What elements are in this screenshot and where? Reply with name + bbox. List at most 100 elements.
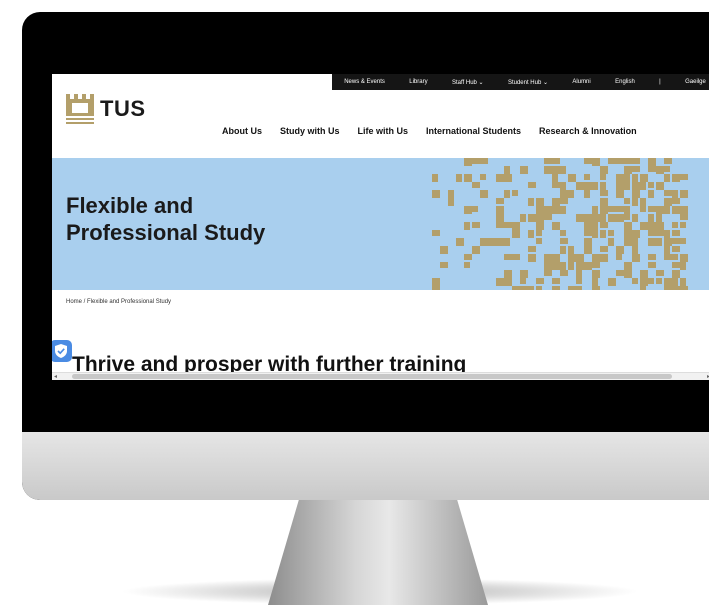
hero-pixel — [584, 182, 592, 190]
hero-pixel — [520, 270, 528, 278]
hero-pixel — [632, 230, 640, 238]
nav-research-innovation[interactable]: Research & Innovation — [539, 126, 637, 136]
hero-pixel — [512, 190, 518, 196]
hero-pixel — [656, 214, 662, 222]
hero-pixel — [584, 230, 592, 236]
hero-pixel — [576, 182, 584, 190]
hero-pixel — [544, 214, 552, 220]
hero-pixel — [528, 246, 536, 252]
hero-pixel — [512, 230, 520, 238]
shield-check-icon[interactable] — [52, 340, 72, 362]
hero-pixel — [632, 182, 640, 190]
hero-pixel — [552, 254, 560, 262]
nav-life-with-us[interactable]: Life with Us — [358, 126, 409, 136]
hero-pixel — [608, 206, 616, 212]
hero-pixel — [616, 174, 624, 182]
hero-pixel — [552, 182, 560, 188]
hero-pixel — [680, 238, 686, 244]
hero-pixel — [520, 286, 528, 290]
hero-pixel — [456, 174, 462, 182]
hero-pixel — [528, 182, 536, 188]
horizontal-scrollbar[interactable]: ◂ ▸ — [52, 372, 709, 380]
hero-pixel — [632, 198, 638, 206]
hero-pixel — [504, 238, 510, 246]
hero-pixel — [656, 270, 664, 276]
hero-pixel — [656, 166, 664, 174]
hero-pixel — [680, 262, 686, 270]
hero-pixel — [584, 158, 592, 164]
hero-pixel — [656, 230, 664, 236]
hero-pixel — [536, 198, 544, 206]
hero-pixel — [672, 222, 678, 228]
hero-pixel — [664, 246, 670, 254]
scroll-left-icon[interactable]: ◂ — [54, 373, 57, 380]
utility-link-alumni[interactable]: Alumni — [572, 79, 590, 85]
hero-pixel — [600, 254, 608, 262]
hero-pixel — [432, 286, 440, 290]
hero-pixel — [672, 206, 680, 214]
hero-pixel — [528, 214, 536, 222]
scrollbar-thumb[interactable] — [72, 374, 672, 379]
site-logo[interactable]: TUS — [66, 94, 146, 124]
hero-pixel — [592, 182, 598, 190]
language-english[interactable]: English — [615, 79, 635, 85]
hero-pixel — [616, 254, 622, 260]
hero-pixel — [536, 278, 544, 284]
hero-pixel — [672, 246, 680, 252]
hero-pixel — [544, 158, 552, 164]
hero-pixel — [624, 222, 632, 230]
hero-pixel — [504, 270, 512, 278]
hero-pixel — [568, 254, 576, 262]
hero-pixel — [544, 206, 552, 214]
hero-pixel — [544, 254, 552, 262]
hero-pixel — [632, 174, 638, 182]
hero-title: Flexible and Professional Study — [66, 192, 265, 246]
hero-pixel — [496, 238, 504, 246]
hero-pixel — [680, 254, 688, 262]
hero-pixel — [672, 262, 680, 268]
hero-pixel — [640, 286, 646, 290]
hero-pixel — [552, 286, 560, 290]
hero-pixel — [576, 278, 582, 284]
language-gaeilge[interactable]: Gaeilge — [685, 79, 706, 85]
hero-pixel — [504, 222, 512, 228]
hero-pixel — [448, 198, 454, 206]
hero-pixel — [680, 286, 688, 290]
hero-pixel — [560, 246, 566, 254]
hero-pixel — [608, 214, 616, 222]
utility-link-library[interactable]: Library — [409, 79, 427, 85]
hero-pixel — [432, 174, 438, 182]
hero-pixel — [656, 206, 664, 214]
hero-pixel — [672, 238, 680, 244]
hero-pixel — [608, 158, 616, 164]
hero-pixel — [592, 270, 600, 278]
hero-pixel — [648, 278, 654, 284]
hero-pixel — [600, 166, 608, 174]
hero-pixel — [576, 214, 584, 222]
utility-link-student-hub[interactable]: Student Hub ⌄ — [508, 79, 548, 86]
utility-bar: News & Events Library Staff Hub ⌄ Studen… — [332, 74, 709, 90]
nav-international-students[interactable]: International Students — [426, 126, 521, 136]
hero-pixel — [608, 230, 614, 236]
nav-about-us[interactable]: About Us — [222, 126, 262, 136]
hero-pixel — [664, 198, 672, 206]
utility-link-news[interactable]: News & Events — [344, 79, 385, 85]
hero-pixel — [504, 278, 512, 286]
hero-pixel — [616, 206, 624, 212]
hero-pixel — [632, 190, 640, 198]
hero-pixel — [584, 246, 592, 254]
nav-study-with-us[interactable]: Study with Us — [280, 126, 340, 136]
hero-pixel — [504, 174, 512, 182]
hero-pixel — [640, 174, 648, 182]
main-nav: About Us Study with Us Life with Us Inte… — [222, 126, 637, 136]
utility-link-staff-hub[interactable]: Staff Hub ⌄ — [452, 79, 484, 86]
monitor-frame: News & Events Library Staff Hub ⌄ Studen… — [22, 12, 709, 500]
hero-pixel — [560, 182, 566, 190]
hero-pixel — [624, 206, 630, 214]
hero-pixel — [496, 214, 504, 222]
hero-pixel — [584, 174, 590, 180]
hero-pixel — [520, 278, 526, 284]
hero-pixel — [608, 238, 614, 246]
hero-pixel — [464, 174, 472, 182]
breadcrumb[interactable]: Home / Flexible and Professional Study — [66, 299, 171, 305]
